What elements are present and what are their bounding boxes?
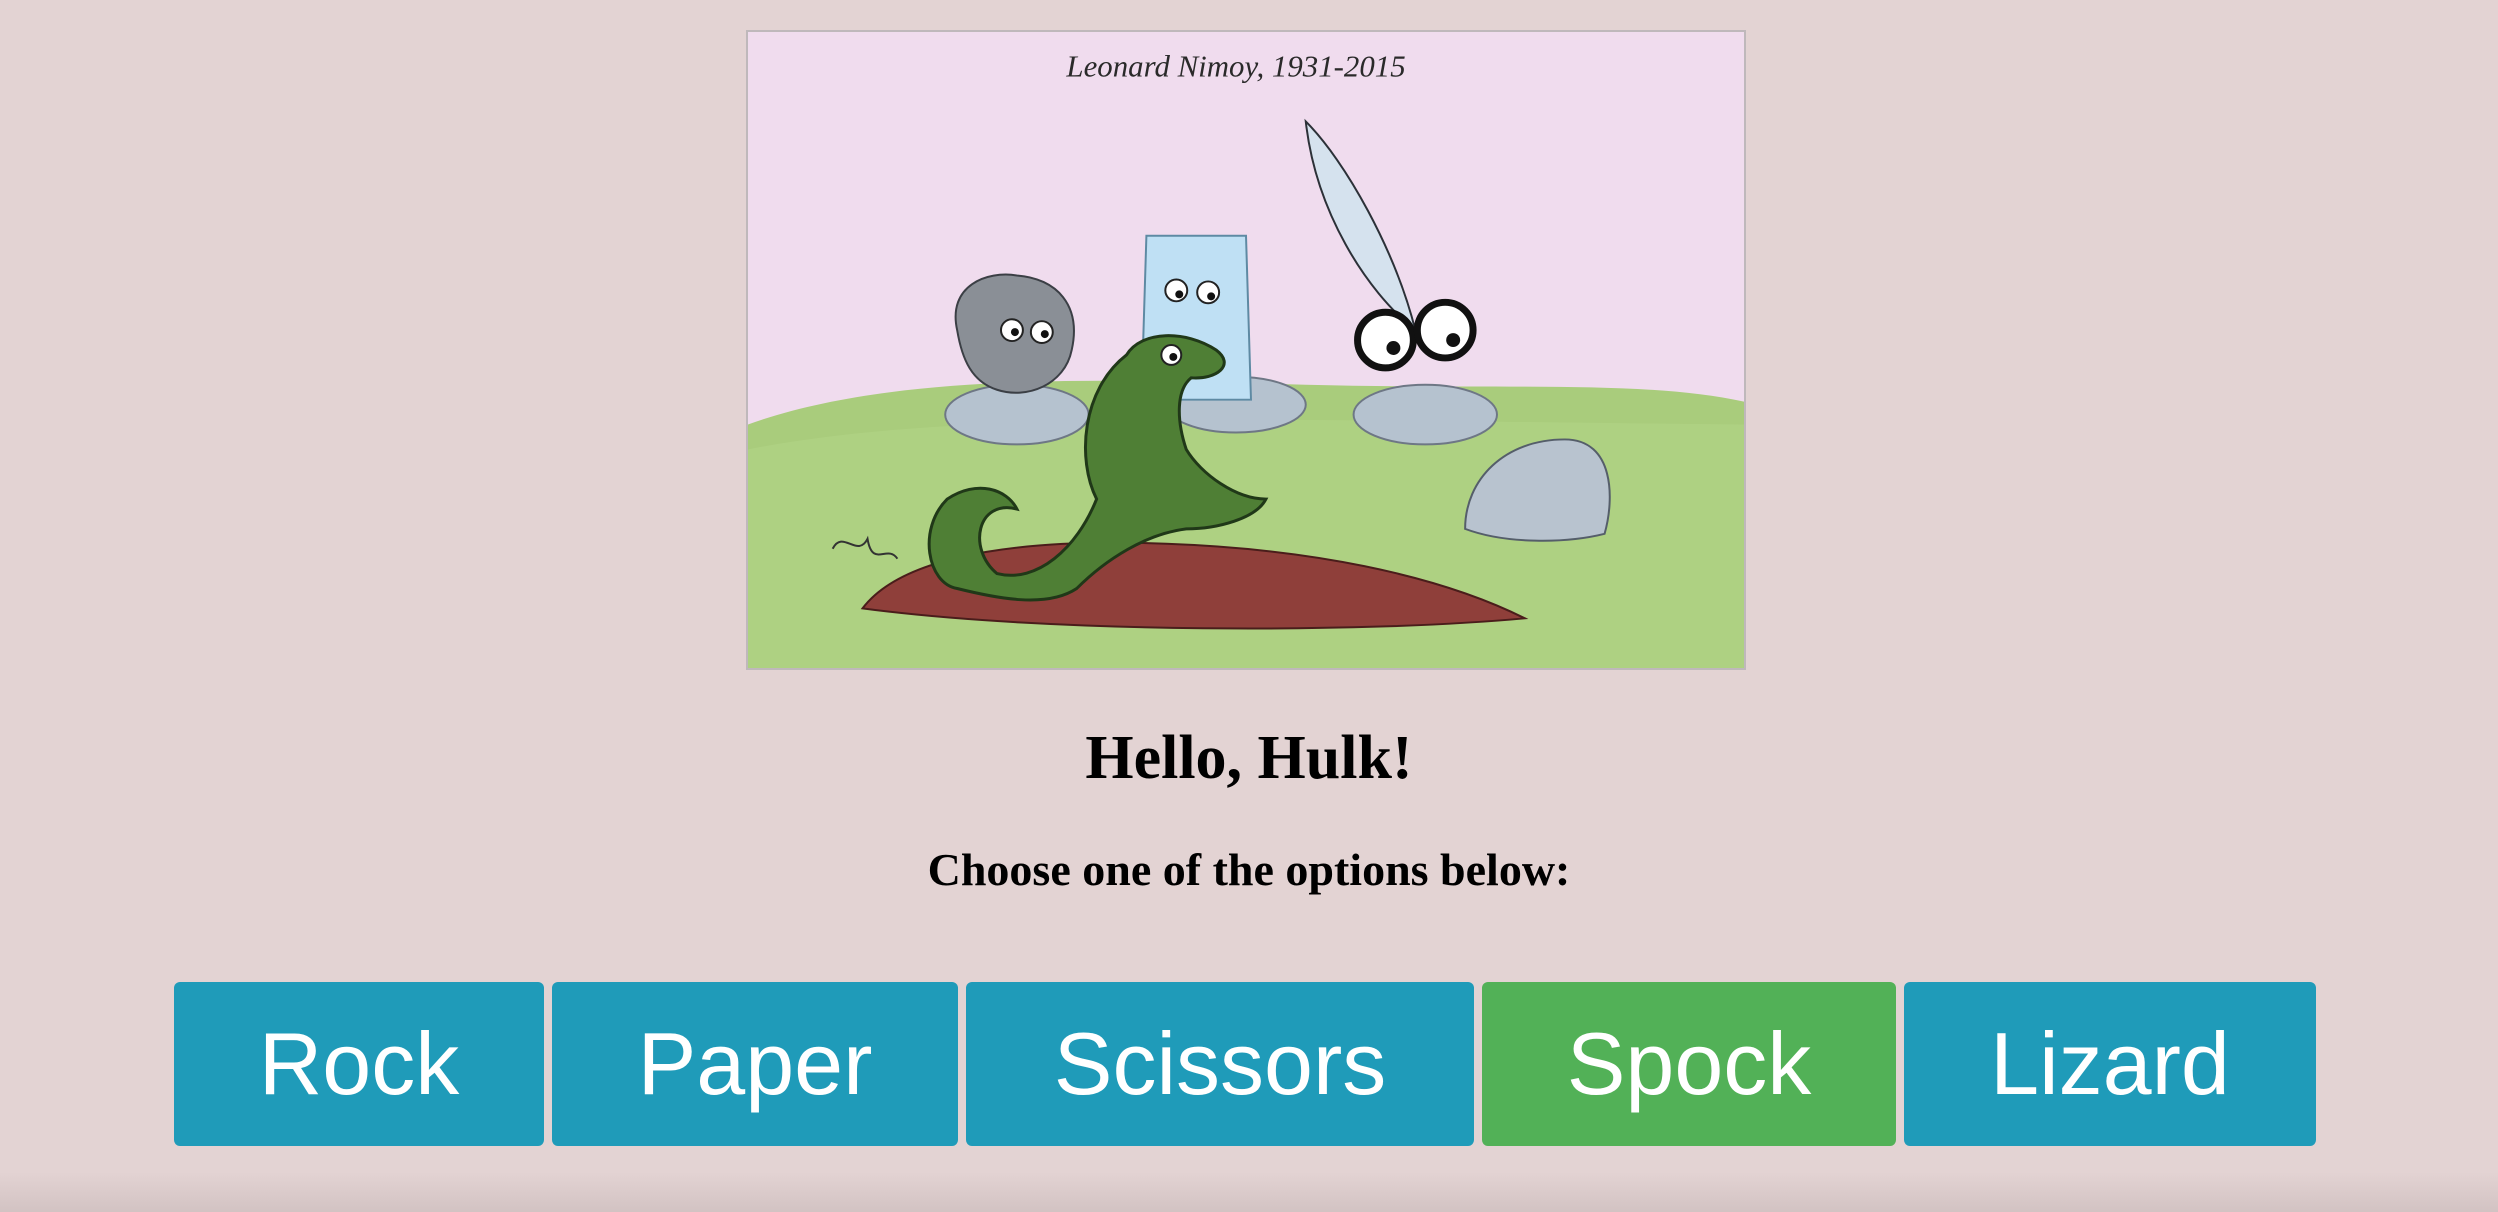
scissors-button[interactable]: Scissors <box>966 982 1474 1146</box>
cartoon-image: Leonard Nimoy, 1931-2015 <box>748 32 1744 668</box>
paper-button[interactable]: Paper <box>552 982 958 1146</box>
rock-button[interactable]: Rock <box>174 982 544 1146</box>
cartoon-illustration: Leonard Nimoy, 1931-2015 <box>746 30 1746 670</box>
greeting-heading: Hello, Hulk! <box>1085 724 1413 792</box>
bottom-shadow <box>0 1172 2498 1212</box>
spock-button[interactable]: Spock <box>1482 982 1896 1146</box>
illustration-caption: Leonard Nimoy, 1931-2015 <box>1065 50 1405 84</box>
game-page: Leonard Nimoy, 1931-2015 Hello, Hulk! Ch… <box>0 0 2498 1212</box>
lizard-button[interactable]: Lizard <box>1904 982 2316 1146</box>
options-bar: Rock Paper Scissors Spock Lizard <box>0 982 2498 1146</box>
choose-prompt: Choose one of the options below: <box>927 844 1571 895</box>
